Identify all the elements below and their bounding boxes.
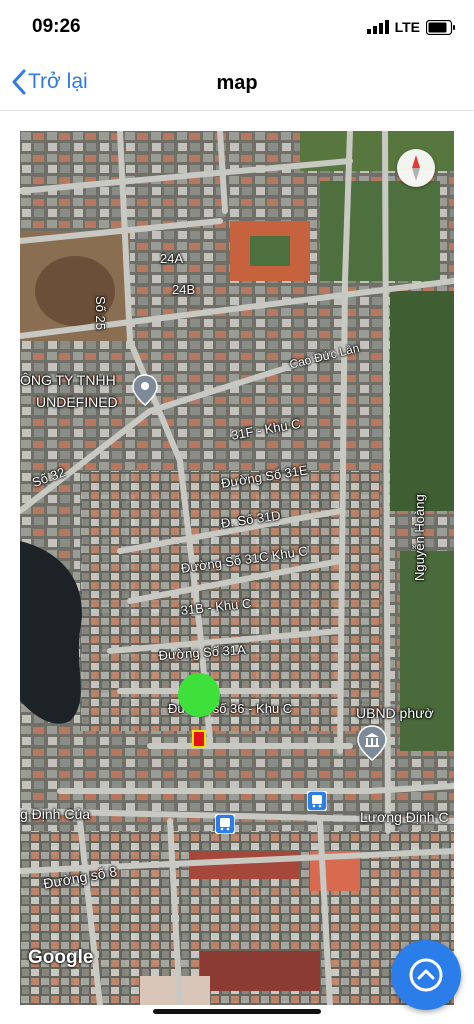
network-type: LTE <box>394 19 420 35</box>
compass-button[interactable] <box>397 149 435 187</box>
green-dot-icon <box>178 673 220 717</box>
bus-icon <box>307 791 327 811</box>
status-icons: LTE <box>366 19 456 35</box>
compass-icon <box>412 155 420 181</box>
signal-icon <box>366 20 389 34</box>
page-title: map <box>216 72 258 94</box>
status-time: 09:26 <box>32 16 81 37</box>
label-ubnd: UBND phườ <box>356 705 434 721</box>
home-indicator <box>153 1009 321 1014</box>
status-bar: 09:26 LTE <box>0 0 474 56</box>
chevron-up-icon <box>409 958 443 992</box>
scroll-top-button[interactable] <box>391 940 461 1010</box>
google-attribution: Google <box>28 947 94 968</box>
nav-bar: Trở lại map <box>0 56 474 111</box>
label-luong-dinh: Lương Định C <box>360 809 449 825</box>
government-building-icon <box>357 725 387 761</box>
label-undefined: UNDEFINED <box>36 394 118 410</box>
label-so25: Số 25 <box>93 296 108 330</box>
label-nguyen-hoang: Nguyễn Hoàng <box>412 494 427 581</box>
battery-icon <box>426 19 455 35</box>
label-24b: 24B <box>172 282 196 297</box>
label-company: ÔNG TY TNHH <box>20 372 116 388</box>
satellite-map[interactable]: 24A 24B Số 25 ÔNG TY TNHH UNDEFINED Cao … <box>20 131 454 1005</box>
label-dinh-cua: g Định Của <box>20 806 91 822</box>
location-pin-icon <box>132 374 158 406</box>
bus-icon <box>215 814 235 834</box>
label-24a: 24A <box>160 251 184 266</box>
